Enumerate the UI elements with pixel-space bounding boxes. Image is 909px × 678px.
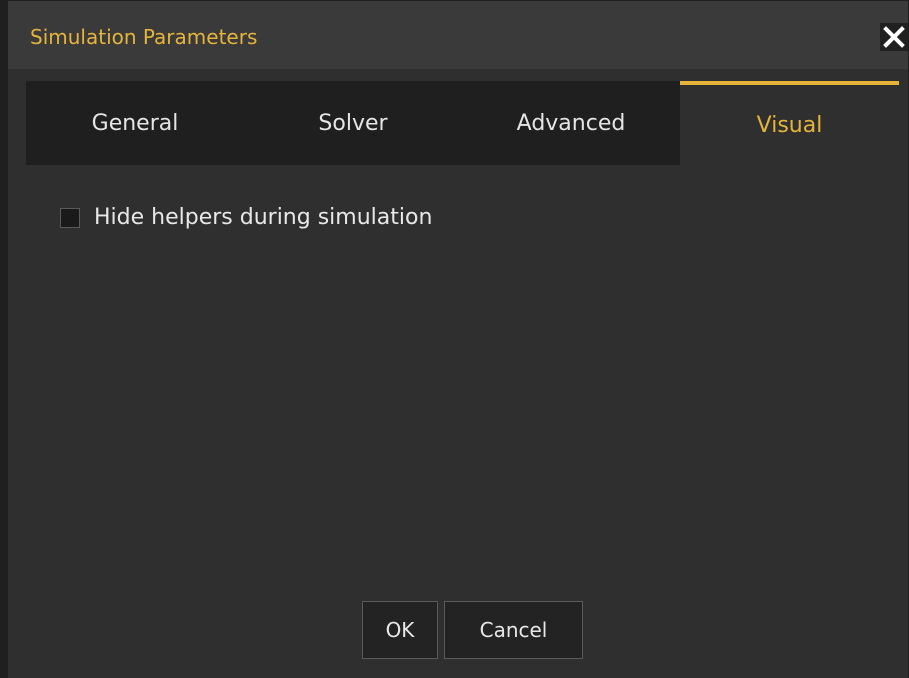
tab-solver[interactable]: Solver: [244, 81, 462, 165]
close-icon: [883, 26, 905, 48]
ok-button[interactable]: OK: [362, 601, 438, 659]
dialog-title: Simulation Parameters: [30, 25, 258, 49]
tab-bar: General Solver Advanced: [26, 81, 680, 165]
hide-helpers-checkbox[interactable]: [60, 207, 80, 228]
title-bar: Simulation Parameters: [8, 1, 908, 69]
close-button[interactable]: [880, 23, 908, 51]
simulation-parameters-dialog: Simulation Parameters General Solver Adv…: [0, 0, 909, 678]
tab-advanced[interactable]: Advanced: [462, 81, 680, 165]
cancel-button[interactable]: Cancel: [444, 601, 583, 659]
tab-visual[interactable]: Visual: [680, 81, 899, 165]
hide-helpers-label: Hide helpers during simulation: [94, 205, 433, 230]
hide-helpers-option[interactable]: Hide helpers during simulation: [60, 205, 432, 230]
tab-general[interactable]: General: [26, 81, 244, 165]
